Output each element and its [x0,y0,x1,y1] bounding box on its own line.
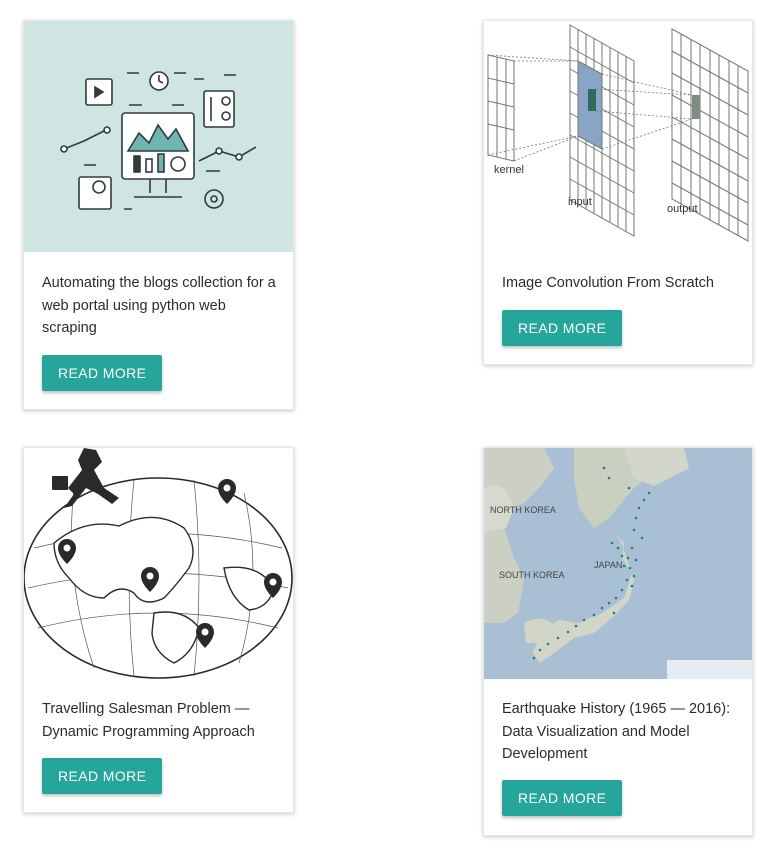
read-more-button[interactable]: READ MORE [42,758,163,794]
blog-card-web-scraping: Automating the blogs collection for a we… [23,20,294,410]
card-image-dashboard[interactable] [24,21,293,252]
map-label-north-korea: NORTH KOREA [490,505,556,515]
japan-earthquake-map-icon: NORTH KOREA SOUTH KOREA JAPAN [484,448,752,679]
kernel-label: kernel [494,164,524,176]
card-image-convolution[interactable]: kernel input output [484,21,752,252]
convolution-diagram-icon: kernel input output [487,24,749,242]
card-title: Travelling Salesman Problem — Dynamic Pr… [42,701,255,740]
blog-card-earthquake-history: NORTH KOREA SOUTH KOREA JAPAN Earthquake… [483,447,753,836]
card-image-globe[interactable] [24,448,293,679]
read-more-button[interactable]: READ MORE [502,310,623,346]
blog-card-travelling-salesman: Travelling Salesman Problem — Dynamic Pr… [23,447,294,813]
blog-card-image-convolution: kernel input output Image Convolution Fr… [483,20,753,365]
map-label-south-korea: SOUTH KOREA [499,570,565,580]
output-label: output [667,203,698,215]
input-label: input [568,196,592,208]
read-more-button[interactable]: READ MORE [502,780,623,816]
card-title: Image Convolution From Scratch [502,275,714,291]
card-title: Earthquake History (1965 — 2016): Data V… [502,701,731,762]
globe-route-illustration-icon [24,448,293,679]
dashboard-illustration-icon [60,71,257,210]
read-more-button[interactable]: READ MORE [42,355,163,391]
map-label-japan: JAPAN [594,560,622,570]
card-title: Automating the blogs collection for a we… [42,275,276,336]
card-image-earthquake-map[interactable]: NORTH KOREA SOUTH KOREA JAPAN [484,448,752,679]
